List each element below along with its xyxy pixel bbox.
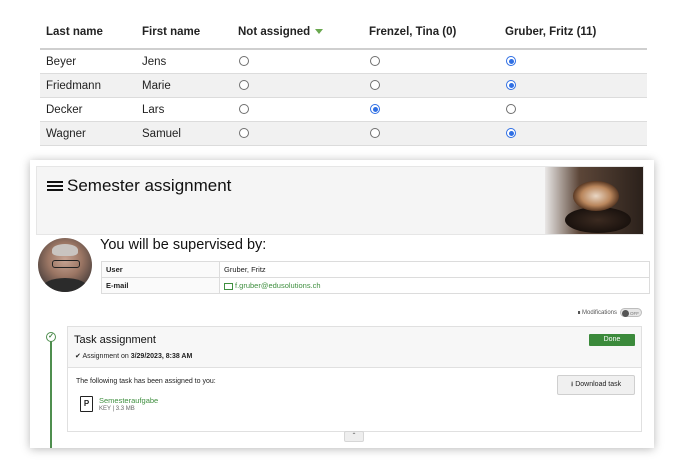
radio-not-assigned[interactable] [239,56,249,67]
user-label: User [101,261,220,278]
toggle-knob [622,310,629,317]
radio-not-assigned[interactable] [239,104,249,115]
cell-last-name: Decker [40,97,136,122]
email-label: E-mail [101,277,220,294]
header-not-assigned-label: Not assigned [238,26,311,38]
file-meta: KEY | 3.3 MB [99,406,135,412]
timeline-line [50,336,52,448]
collapse-button[interactable]: ⌃ [344,431,364,442]
table-row: Wagner Samuel [40,121,647,146]
download-label: Download task [575,381,622,388]
sort-desc-icon[interactable] [315,29,324,35]
radio-gruber[interactable] [506,56,516,67]
task-header: Task assignment Done ✔ Assignment on 3/2… [68,327,641,368]
coffee-image [545,167,643,234]
download-icon: ⭳ [570,381,574,388]
radio-not-assigned[interactable] [239,80,249,91]
radio-gruber[interactable] [506,128,516,139]
list-icon [47,181,63,193]
assignment-date-value: 3/29/2023, 8:38 AM [130,353,193,360]
cell-last-name: Friedmann [40,73,136,98]
radio-gruber[interactable] [506,104,516,115]
radio-gruber[interactable] [506,80,516,91]
modifications-label: Modifications [581,309,617,316]
task-title: Task assignment [74,334,156,346]
email-link[interactable]: f.gruber@edusolutions.ch [235,281,321,290]
cell-first-name: Lars [136,97,232,122]
cell-radio-not-assigned [232,73,363,98]
assignment-date: ✔ Assignment on 3/29/2023, 8:38 AM [75,352,192,360]
cell-last-name: Wagner [40,121,136,146]
cell-radio-gruber [499,73,647,98]
rss-icon: ∎ [577,310,581,316]
cell-radio-gruber [499,97,647,122]
cell-first-name: Jens [136,49,232,74]
modifications-control: ∎ Modifications OFF [577,308,642,317]
email-cell: f.gruber@edusolutions.ch [219,277,650,294]
table-row: Decker Lars [40,97,647,122]
card-header: Semester assignment [36,166,644,235]
cell-radio-gruber [499,121,647,146]
info-row-user: User Gruber, Fritz [101,261,650,278]
radio-frenzel[interactable] [370,104,380,115]
cell-first-name: Samuel [136,121,232,146]
cell-radio-frenzel [363,97,499,122]
cell-last-name: Beyer [40,49,136,74]
task-body-text: The following task has been assigned to … [76,378,216,385]
cell-radio-not-assigned [232,49,363,74]
table-row: Beyer Jens [40,49,647,74]
radio-frenzel[interactable] [370,128,380,139]
file-icon: P [80,396,93,412]
cell-radio-frenzel [363,49,499,74]
cell-radio-not-assigned [232,97,363,122]
header-first-name[interactable]: First name [136,16,232,50]
mail-icon [224,282,233,290]
semester-assignment-card: Semester assignment You will be supervis… [30,160,654,448]
table-row: Friedmann Marie [40,73,647,98]
header-frenzel[interactable]: Frenzel, Tina (0) [363,16,499,50]
chevron-up-icon: ⌃ [351,433,357,439]
cell-first-name: Marie [136,73,232,98]
card-title: Semester assignment [67,176,232,195]
assignment-prefix: Assignment on [82,353,129,360]
toggle-state: OFF [630,311,639,316]
info-row-email: E-mail f.gruber@edusolutions.ch [101,277,650,294]
modifications-toggle[interactable]: OFF [620,308,642,317]
header-gruber[interactable]: Gruber, Fritz (11) [499,16,647,50]
radio-frenzel[interactable] [370,56,380,67]
supervisor-info-table: User Gruber, Fritz E-mail f.gruber@eduso… [101,261,650,294]
status-badge: Done [589,334,635,346]
avatar [38,238,92,292]
timeline-check-icon: ✓ [46,332,56,342]
assignment-table: Last name First name Not assigned Frenze… [40,16,647,146]
file-link[interactable]: Semesteraufgabe [99,396,158,405]
task-panel: Task assignment Done ✔ Assignment on 3/2… [67,326,642,432]
radio-not-assigned[interactable] [239,128,249,139]
checkmark-icon: ✔ [75,353,81,360]
cell-radio-frenzel [363,73,499,98]
radio-frenzel[interactable] [370,80,380,91]
header-not-assigned[interactable]: Not assigned [232,16,363,50]
table-header-row: Last name First name Not assigned Frenze… [40,16,647,50]
user-value: Gruber, Fritz [219,261,650,278]
cell-radio-gruber [499,49,647,74]
header-last-name[interactable]: Last name [40,16,136,50]
cell-radio-not-assigned [232,121,363,146]
cell-radio-frenzel [363,121,499,146]
supervisor-heading: You will be supervised by: [100,237,267,253]
download-task-button[interactable]: ⭳ Download task [557,375,635,395]
